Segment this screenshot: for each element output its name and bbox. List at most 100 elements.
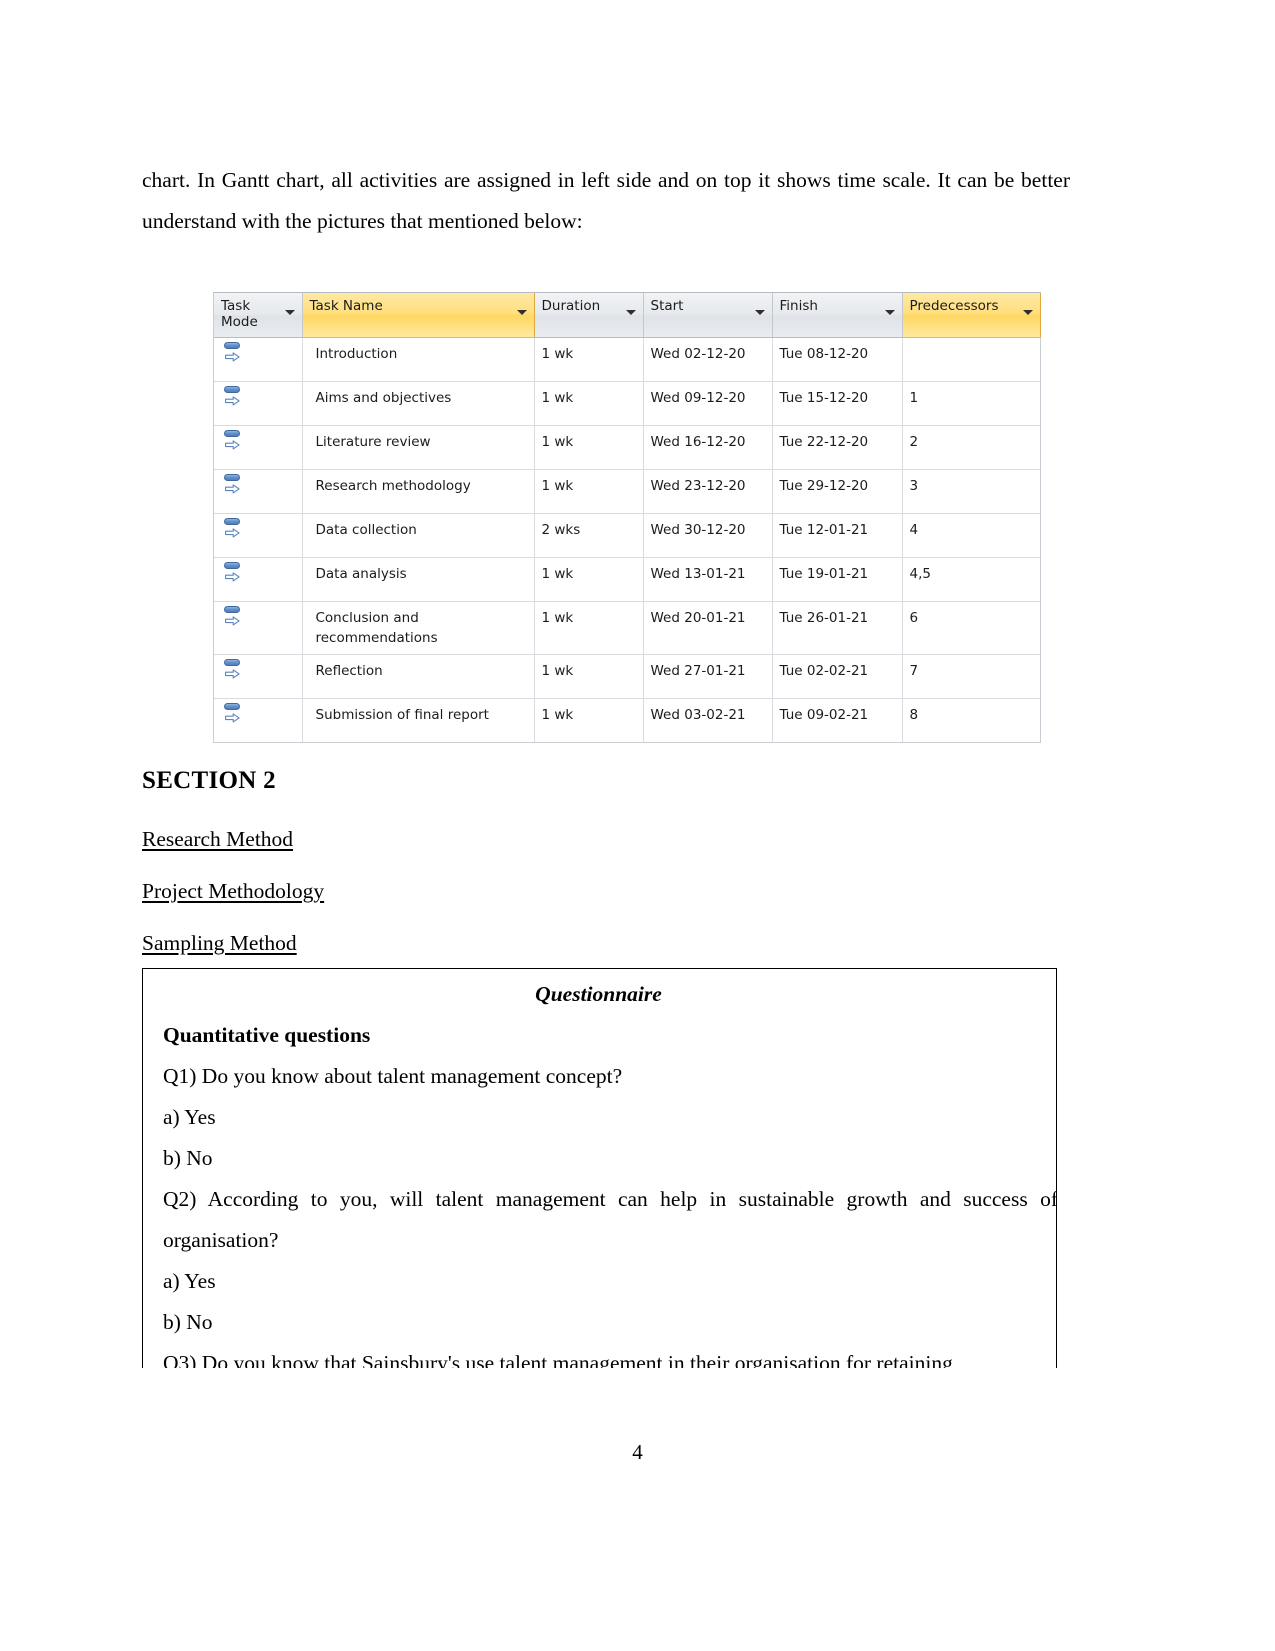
page-number: 4: [632, 1440, 643, 1464]
column-header-start[interactable]: Start: [643, 293, 773, 338]
cell-task-name[interactable]: Reflection: [302, 654, 535, 699]
cell-finish[interactable]: Tue 08-12-20: [772, 337, 903, 382]
cell-predecessors[interactable]: 4,5: [902, 557, 1040, 602]
column-header-task-mode[interactable]: Task Mode: [214, 293, 303, 338]
heading-project-methodology: Project Methodology: [142, 879, 325, 903]
heading-research-method: Research Method: [142, 827, 294, 851]
cell-finish[interactable]: Tue 22-12-20: [772, 425, 903, 470]
auto-schedule-icon: [223, 385, 245, 409]
column-header-predecessors[interactable]: Predecessors: [901, 293, 1041, 338]
auto-schedule-icon: [223, 561, 245, 585]
cell-task-name[interactable]: Submission of final report: [302, 698, 535, 742]
cell-start[interactable]: Wed 03-02-21: [643, 698, 773, 742]
cell-duration[interactable]: 1 wk: [534, 557, 644, 602]
cell-finish[interactable]: Tue 29-12-20: [772, 469, 903, 514]
cell-predecessors[interactable]: 2: [902, 425, 1040, 470]
task-table: Task Mode Task Name Duration Start Finis…: [214, 293, 1041, 742]
cell-finish[interactable]: Tue 09-02-21: [772, 698, 903, 742]
cell-duration[interactable]: 2 wks: [534, 513, 644, 558]
cell-predecessors[interactable]: 4: [902, 513, 1040, 558]
cell-finish[interactable]: Tue 19-01-21: [772, 557, 903, 602]
cell-duration[interactable]: 1 wk: [534, 601, 644, 655]
cell-task-mode[interactable]: [214, 425, 303, 470]
questionnaire-line-q3: Q3) Do you know that Sainsbury's use tal…: [163, 1351, 953, 1368]
cell-finish[interactable]: Tue 12-01-21: [772, 513, 903, 558]
cell-duration[interactable]: 1 wk: [534, 654, 644, 699]
cell-task-name[interactable]: Literature review: [302, 425, 535, 470]
cell-task-mode[interactable]: [214, 337, 303, 382]
cell-task-name[interactable]: Data collection: [302, 513, 535, 558]
cell-task-mode[interactable]: [214, 601, 303, 655]
cell-start[interactable]: Wed 13-01-21: [643, 557, 773, 602]
cell-task-name[interactable]: Research methodology: [302, 469, 535, 514]
auto-schedule-icon: [223, 658, 245, 682]
cell-predecessors[interactable]: 3: [902, 469, 1040, 514]
cell-task-name[interactable]: Conclusion and recommendations: [302, 601, 535, 655]
cell-start[interactable]: Wed 23-12-20: [643, 469, 773, 514]
chevron-down-icon[interactable]: [625, 310, 636, 315]
cell-task-name[interactable]: Aims and objectives: [302, 381, 535, 426]
cell-start[interactable]: Wed 02-12-20: [643, 337, 773, 382]
questionnaire-subheading: Quantitative questions: [163, 1023, 371, 1047]
cell-finish[interactable]: Tue 26-01-21: [772, 601, 903, 655]
column-header-task-name[interactable]: Task Name: [301, 293, 535, 338]
chevron-down-icon[interactable]: [1022, 310, 1033, 315]
table-row[interactable]: Submission of final report 1 wk Wed 03-0…: [214, 698, 1040, 742]
table-row[interactable]: Conclusion and recommendations 1 wk Wed …: [214, 601, 1040, 655]
cell-start[interactable]: Wed 16-12-20: [643, 425, 773, 470]
chevron-down-icon[interactable]: [284, 310, 295, 315]
questionnaire-box: Questionnaire Quantitative questions Q1)…: [142, 968, 1057, 1368]
cell-duration[interactable]: 1 wk: [534, 469, 644, 514]
cell-predecessors[interactable]: 7: [902, 654, 1040, 699]
cell-task-mode[interactable]: [214, 381, 303, 426]
table-row[interactable]: Research methodology 1 wk Wed 23-12-20 T…: [214, 469, 1040, 514]
cell-duration[interactable]: 1 wk: [534, 698, 644, 742]
questionnaire-line-q2-b: b) No: [163, 1310, 213, 1334]
cell-task-name[interactable]: Data analysis: [302, 557, 535, 602]
column-header-start-label: Start: [650, 298, 684, 314]
table-row[interactable]: Introduction 1 wk Wed 02-12-20 Tue 08-12…: [214, 337, 1040, 382]
table-row[interactable]: Reflection 1 wk Wed 27-01-21 Tue 02-02-2…: [214, 654, 1040, 699]
questionnaire-line-q1-b: b) No: [163, 1146, 213, 1170]
questionnaire-title: Questionnaire: [535, 982, 662, 1006]
chevron-down-icon[interactable]: [516, 310, 527, 315]
task-table-body: Introduction 1 wk Wed 02-12-20 Tue 08-12…: [214, 337, 1040, 742]
cell-task-mode[interactable]: [214, 469, 303, 514]
column-header-finish[interactable]: Finish: [772, 293, 903, 338]
section-heading: SECTION 2: [142, 767, 276, 794]
cell-task-mode[interactable]: [214, 557, 303, 602]
questionnaire-line-q2-a: a) Yes: [163, 1269, 216, 1293]
column-header-task-name-label: Task Name: [309, 298, 383, 314]
cell-task-name[interactable]: Introduction: [302, 337, 535, 382]
table-row[interactable]: Data analysis 1 wk Wed 13-01-21 Tue 19-0…: [214, 557, 1040, 602]
column-header-predecessors-label: Predecessors: [909, 298, 999, 314]
column-header-finish-label: Finish: [779, 298, 818, 314]
cell-task-mode[interactable]: [214, 513, 303, 558]
cell-start[interactable]: Wed 20-01-21: [643, 601, 773, 655]
questionnaire-line-q2: Q2) According to you, will talent manage…: [163, 1187, 1057, 1252]
cell-predecessors[interactable]: 1: [902, 381, 1040, 426]
cell-duration[interactable]: 1 wk: [534, 381, 644, 426]
cell-start[interactable]: Wed 30-12-20: [643, 513, 773, 558]
chevron-down-icon[interactable]: [754, 310, 765, 315]
cell-predecessors[interactable]: [902, 337, 1040, 382]
intro-paragraph: chart. In Gantt chart, all activities ar…: [142, 167, 1070, 233]
cell-duration[interactable]: 1 wk: [534, 425, 644, 470]
cell-predecessors[interactable]: 8: [902, 698, 1040, 742]
gantt-task-grid: Task Mode Task Name Duration Start Finis…: [213, 292, 1041, 743]
auto-schedule-icon: [223, 702, 245, 726]
questionnaire-line-q1-a: a) Yes: [163, 1105, 216, 1129]
cell-start[interactable]: Wed 09-12-20: [643, 381, 773, 426]
cell-finish[interactable]: Tue 02-02-21: [772, 654, 903, 699]
cell-duration[interactable]: 1 wk: [534, 337, 644, 382]
column-header-duration[interactable]: Duration: [534, 293, 644, 338]
table-row[interactable]: Data collection 2 wks Wed 30-12-20 Tue 1…: [214, 513, 1040, 558]
cell-task-mode[interactable]: [214, 654, 303, 699]
cell-task-mode[interactable]: [214, 698, 303, 742]
cell-predecessors[interactable]: 6: [902, 601, 1040, 655]
cell-finish[interactable]: Tue 15-12-20: [772, 381, 903, 426]
chevron-down-icon[interactable]: [884, 310, 895, 315]
table-row[interactable]: Literature review 1 wk Wed 16-12-20 Tue …: [214, 425, 1040, 470]
table-row[interactable]: Aims and objectives 1 wk Wed 09-12-20 Tu…: [214, 381, 1040, 426]
cell-start[interactable]: Wed 27-01-21: [643, 654, 773, 699]
